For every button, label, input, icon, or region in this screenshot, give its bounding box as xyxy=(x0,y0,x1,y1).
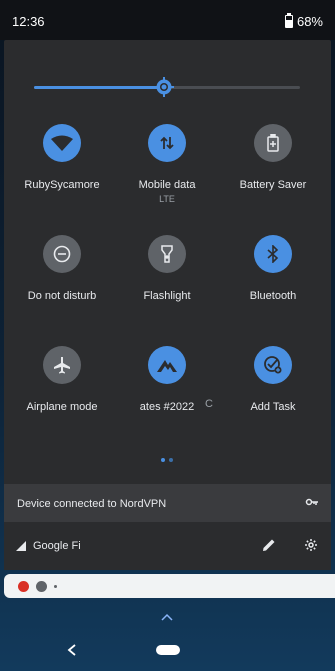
vpn-key-icon xyxy=(305,498,318,506)
brightness-slider[interactable] xyxy=(34,77,300,97)
tile-mobile-data[interactable]: Mobile data LTE xyxy=(117,124,217,204)
nordvpn-icon xyxy=(148,346,186,384)
notification-shelf[interactable] xyxy=(4,574,335,598)
status-time: 12:36 xyxy=(12,14,45,29)
tile-label: Do not disturb xyxy=(27,290,97,302)
back-icon[interactable] xyxy=(67,644,77,656)
home-button[interactable] xyxy=(156,645,180,655)
more-notifications-dot xyxy=(54,584,57,588)
page-dot-active xyxy=(161,458,165,462)
brightness-icon[interactable] xyxy=(154,77,175,97)
tile-sublabel: LTE xyxy=(159,194,175,204)
carrier-name: Google Fi xyxy=(33,540,81,552)
airplane-icon xyxy=(43,346,81,384)
battery-icon xyxy=(284,13,293,28)
tile-bluetooth[interactable]: Bluetooth xyxy=(223,235,323,302)
edit-icon[interactable] xyxy=(262,538,276,552)
tile-label: Airplane mode xyxy=(26,401,98,413)
app-notification-icon xyxy=(18,580,29,592)
navigation-bar xyxy=(0,634,335,671)
wifi-icon xyxy=(43,124,81,162)
vpn-status-text: Device connected to NordVPN xyxy=(17,498,167,510)
tile-label: Battery Saver xyxy=(239,179,307,191)
tile-airplane-mode[interactable]: Airplane mode xyxy=(12,346,112,413)
add-task-icon xyxy=(254,346,292,384)
tile-label: Add Task xyxy=(250,401,296,413)
tile-do-not-disturb[interactable]: Do not disturb xyxy=(12,235,112,302)
quick-settings-panel: RubySycamore Mobile data LTE Battery Sav… xyxy=(4,40,331,522)
qs-footer: Google Fi xyxy=(4,522,331,570)
do-not-disturb-icon xyxy=(43,235,81,273)
app-notification-icon xyxy=(36,580,47,592)
chevron-up-icon[interactable] xyxy=(161,613,173,621)
tile-label: ates #2022 xyxy=(139,401,195,413)
page-dot xyxy=(169,458,173,462)
tile-nordvpn[interactable]: ates #2022 xyxy=(117,346,217,413)
flashlight-icon xyxy=(148,235,186,273)
tile-label: Flashlight xyxy=(143,290,191,302)
tile-battery-saver[interactable]: Battery Saver xyxy=(223,124,323,191)
brightness-fill xyxy=(34,86,165,89)
vpn-status-bar[interactable]: Device connected to NordVPN xyxy=(4,484,331,522)
tile-label: Bluetooth xyxy=(249,290,297,302)
carrier: Google Fi xyxy=(16,540,81,552)
signal-icon xyxy=(16,541,26,551)
tile-wifi[interactable]: RubySycamore xyxy=(12,124,112,191)
gear-icon[interactable] xyxy=(304,538,318,552)
status-right: 68% xyxy=(284,13,323,29)
mobile-data-icon xyxy=(148,124,186,162)
status-bar: 12:36 68% xyxy=(0,0,335,40)
tile-flashlight[interactable]: Flashlight xyxy=(117,235,217,302)
battery-percent: 68% xyxy=(296,14,323,29)
tile-label: RubySycamore xyxy=(24,179,100,191)
tile-add-task[interactable]: Add Task xyxy=(223,346,323,413)
page-indicator xyxy=(161,458,173,462)
tile-label: Mobile data xyxy=(138,179,196,191)
bluetooth-icon xyxy=(254,235,292,273)
battery-saver-icon xyxy=(254,124,292,162)
overflow-label-fragment: C xyxy=(205,398,213,410)
